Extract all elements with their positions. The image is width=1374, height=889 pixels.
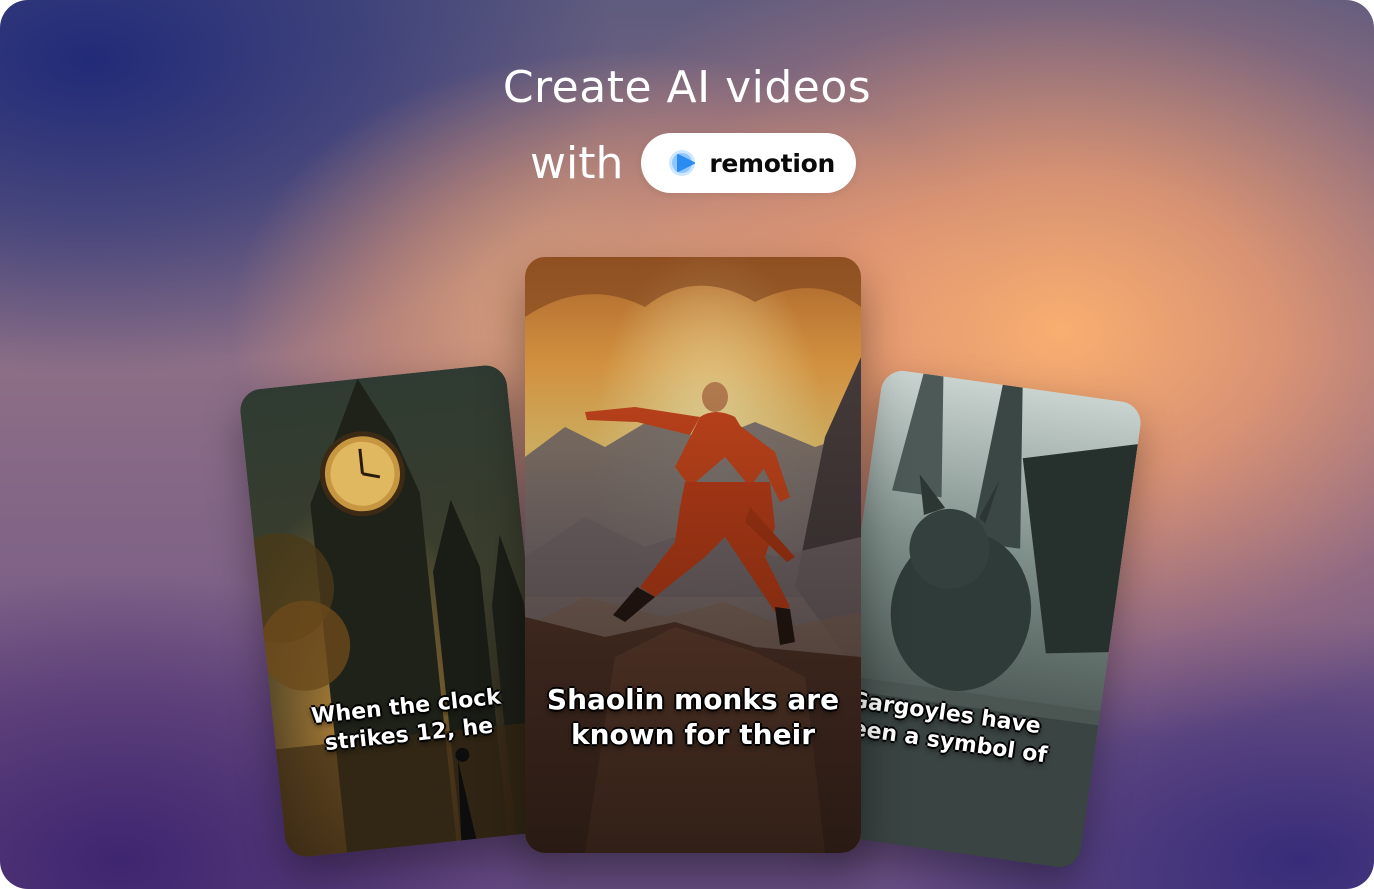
- caption-line-2: known for their: [570, 718, 816, 751]
- video-card-clock-tower[interactable]: When the clock strikes 12, he: [238, 363, 554, 859]
- shaolin-monk-image: [525, 257, 861, 853]
- video-card-shaolin-monk[interactable]: Shaolin monks are known for their: [525, 257, 861, 853]
- with-label: with: [530, 137, 624, 189]
- video-card-gargoyle[interactable]: Gargoyles have been a symbol of: [818, 368, 1144, 870]
- remotion-brand-pill[interactable]: remotion: [641, 133, 857, 193]
- gargoyle-image: [818, 368, 1144, 870]
- remotion-play-logo-icon: [669, 150, 696, 176]
- clock-tower-image: [238, 363, 554, 859]
- hero-banner: Create AI videos with remotion When the …: [0, 0, 1374, 889]
- brand-row: with remotion: [530, 133, 857, 193]
- headline: Create AI videos: [502, 62, 872, 113]
- card-caption: Shaolin monks are known for their: [525, 682, 861, 752]
- caption-line-1: Shaolin monks are: [546, 683, 840, 716]
- brand-name: remotion: [709, 148, 835, 178]
